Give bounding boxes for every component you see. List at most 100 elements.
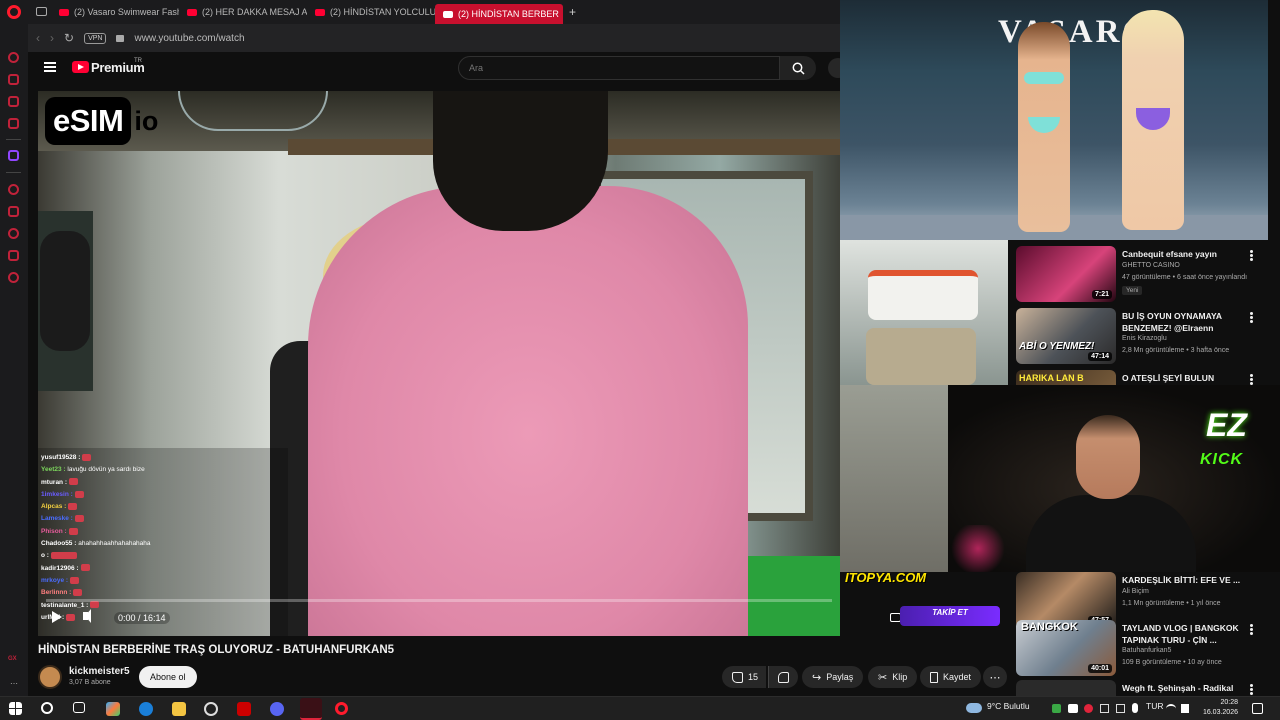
edge-icon[interactable]: [139, 702, 153, 716]
dislike-button[interactable]: [768, 666, 798, 688]
task-view-icon[interactable]: [73, 702, 85, 713]
workspace-icon[interactable]: [36, 7, 47, 16]
reload-icon[interactable]: ↻: [64, 31, 74, 45]
steam-icon[interactable]: [204, 702, 218, 716]
chat-line: Chadoo55 : ahahahhaahhahahahaha: [41, 540, 151, 548]
history-icon[interactable]: [8, 52, 19, 63]
search-button[interactable]: [780, 56, 816, 80]
recommendation-item[interactable]: BANGKOK 40:01 TAYLAND VLOG | BANGKOK TAP…: [1016, 620, 1280, 680]
file-explorer-icon[interactable]: [172, 702, 186, 716]
video-progress-bar[interactable]: [46, 599, 832, 602]
new-badge: Yeni: [1122, 286, 1143, 295]
play-icon[interactable]: [52, 611, 62, 623]
clock-icon[interactable]: [8, 228, 19, 239]
system-clock[interactable]: 20:28 16.03.2026: [1198, 698, 1238, 718]
windows-start-icon[interactable]: [9, 702, 22, 715]
forward-icon[interactable]: ›: [50, 31, 54, 45]
subscriber-count: 3,07 B abone: [69, 679, 111, 686]
copilot-icon[interactable]: [106, 702, 120, 716]
pip-webcam-video[interactable]: EZ KICK: [948, 385, 1280, 572]
thumbnail-text: HARIKA LAN B: [1019, 373, 1084, 383]
opera-logo-icon[interactable]: [7, 5, 21, 19]
tab-label: (2) HİNDİSTAN BERBER: [458, 9, 559, 19]
chat-line: yusuf19528 :: [41, 452, 285, 464]
like-button[interactable]: 15: [722, 666, 767, 688]
chat-line: Lameske :: [41, 513, 285, 525]
recommendation-item[interactable]: Wegh ft. Şehinşah - Radikal: [1016, 680, 1280, 696]
more-vertical-icon[interactable]: [1250, 312, 1253, 323]
opera-gx-taskbar-icon[interactable]: [300, 698, 322, 720]
cloud-icon: [966, 703, 982, 713]
recommendation-item[interactable]: 7:21 Canbequit efsane yayın GHETTO CASIN…: [1016, 246, 1280, 306]
thumbs-up-icon: [732, 671, 743, 683]
back-icon[interactable]: ‹: [36, 31, 40, 45]
language-indicator[interactable]: TUR: [1146, 701, 1163, 711]
more-vertical-icon[interactable]: [1250, 250, 1253, 261]
channel-name[interactable]: kickmeister5: [69, 666, 130, 677]
twitch-icon[interactable]: [8, 150, 19, 161]
weather-label[interactable]: 9°C Bulutlu: [987, 701, 1030, 711]
thumbnail-text: ABİ O YENMEZ!: [1019, 341, 1095, 352]
tab-hindistan-berber[interactable]: (2) HİNDİSTAN BERBER: [435, 4, 563, 24]
recommendation-meta: 1,1 Mn görüntüleme • 1 yıl önce: [1122, 600, 1221, 607]
thumbnail-text: BANGKOK: [1021, 621, 1078, 633]
opera-icon[interactable]: [335, 702, 348, 715]
more-icon[interactable]: ⋯: [10, 679, 18, 688]
recommendation-title: Canbequit efsane yayın: [1122, 249, 1217, 259]
tab-hindistan-yolculugu[interactable]: (2) HİNDİSTAN YOLCULUĞ: [307, 0, 435, 24]
search-input[interactable]: [458, 56, 780, 80]
subscribe-button[interactable]: Abone ol: [139, 666, 197, 688]
new-tab-button[interactable]: +: [563, 5, 582, 19]
gx-label: GX: [8, 656, 17, 662]
shopping-icon[interactable]: [8, 74, 19, 85]
speaker-icon[interactable]: [1181, 704, 1189, 713]
recommendation-item[interactable]: ABİ O YENMEZ! 47:14 BU İŞ OYUN OYNAMAYA …: [1016, 308, 1280, 368]
more-actions-button[interactable]: ⋯: [983, 666, 1007, 688]
search-icon[interactable]: [41, 702, 53, 714]
recommendation-channel: Batuhanfurkan5: [1122, 647, 1172, 654]
pip-fashion-video[interactable]: VASARO: [840, 0, 1268, 240]
url-field[interactable]: www.youtube.com/watch: [134, 33, 244, 44]
tray-icon[interactable]: [1116, 704, 1125, 713]
channel-avatar[interactable]: [38, 665, 62, 689]
recommendation-title: KARDEŞLİK BİTTİ: EFE VE ...: [1122, 575, 1241, 585]
esim-watermark: eSIM io: [45, 97, 158, 145]
gx-corner-icon[interactable]: [8, 118, 19, 129]
tray-icon[interactable]: [1100, 704, 1109, 713]
bookmarks-icon[interactable]: [8, 206, 19, 217]
tab-vasaro[interactable]: (2) Vasaro Swimwear Fash: [51, 0, 179, 24]
recommendation-channel: Enis Kirazoglu: [1122, 335, 1167, 342]
messenger-icon[interactable]: [8, 96, 19, 107]
tray-icon[interactable]: [1068, 704, 1078, 713]
video-player[interactable]: eSIM io yusuf19528 : Yeet23 : lavuğu döv…: [38, 91, 840, 636]
youtube-logo-icon[interactable]: [72, 61, 89, 73]
settings-icon[interactable]: [8, 272, 19, 283]
youtube-icon: [59, 8, 69, 16]
video-editor-icon[interactable]: [237, 702, 251, 716]
microphone-icon[interactable]: [1132, 703, 1138, 713]
notification-icon[interactable]: [1252, 703, 1263, 714]
clip-button[interactable]: ✂ Klip: [868, 666, 918, 688]
more-vertical-icon[interactable]: [1250, 374, 1253, 385]
wifi-icon[interactable]: [1166, 704, 1176, 713]
save-button[interactable]: Kaydet: [920, 666, 982, 688]
menu-icon[interactable]: [44, 62, 56, 72]
recommendation-channel: GHETTO CASINO: [1122, 262, 1180, 269]
region-label: TR: [134, 58, 142, 64]
share-button[interactable]: ↪ Paylaş: [802, 666, 864, 688]
vpn-badge[interactable]: VPN: [84, 32, 107, 44]
save-label: Kaydet: [943, 672, 972, 682]
share-label: Paylaş: [826, 672, 854, 682]
volume-icon[interactable]: [83, 609, 91, 623]
chat-line: mrkoye :: [41, 575, 285, 587]
tray-icon[interactable]: [1052, 704, 1061, 713]
tray-icon[interactable]: [1084, 704, 1093, 713]
tab-mesaj[interactable]: (2) HER DAKKA MESAJ AT: [179, 0, 307, 24]
more-vertical-icon[interactable]: [1250, 684, 1253, 695]
recommendation-item[interactable]: HARIKA LAN B O ATEŞLİ ŞEYİ BULUN BANA.! …: [1016, 370, 1280, 386]
extensions-icon[interactable]: [8, 250, 19, 261]
discord-icon[interactable]: [270, 702, 284, 716]
more-vertical-icon[interactable]: [1250, 624, 1253, 635]
video-duration: 47:14: [1088, 352, 1112, 361]
player-icon[interactable]: [8, 184, 19, 195]
